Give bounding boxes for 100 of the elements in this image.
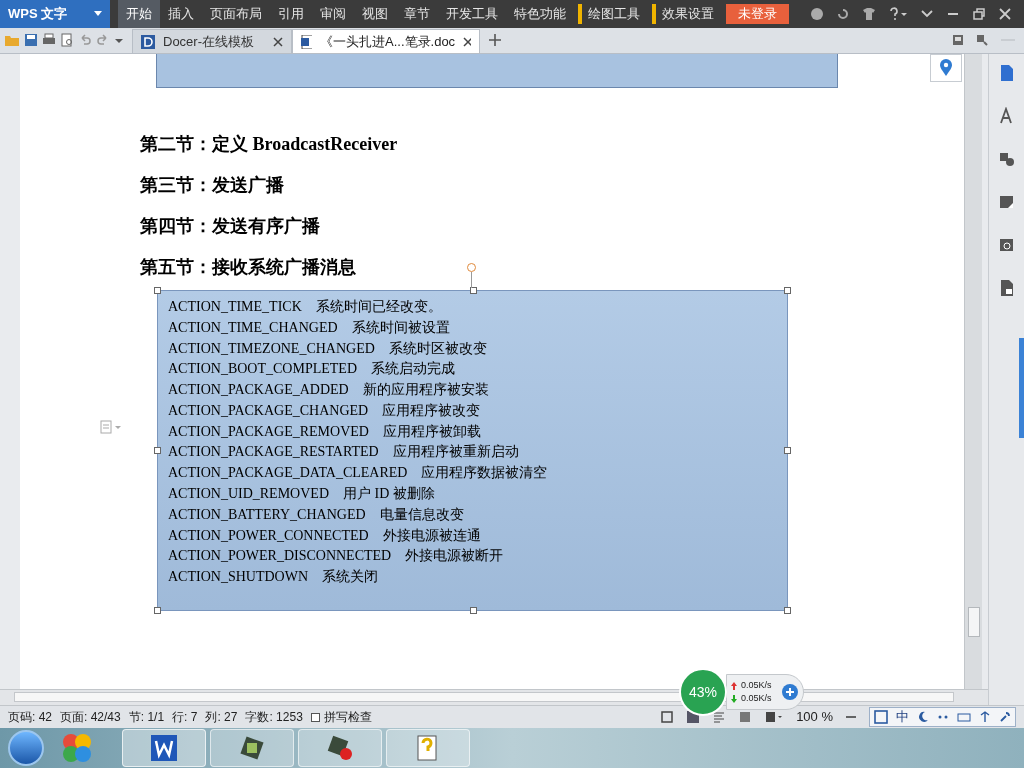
ribbon-tab[interactable]: 视图 — [354, 0, 396, 28]
resize-handle[interactable] — [784, 447, 791, 454]
upload-speed: 0.05K/s — [741, 679, 772, 692]
document-tab[interactable]: Docer-在线模板 — [132, 29, 292, 53]
save-icon[interactable] — [24, 33, 38, 47]
download-arrow-icon — [731, 694, 737, 703]
location-pin-icon — [939, 59, 953, 77]
status-item: 行: 7 — [172, 709, 198, 726]
restore-icon[interactable] — [972, 7, 986, 21]
keyboard-icon[interactable] — [957, 711, 971, 723]
checkbox[interactable] — [310, 712, 320, 722]
docer-icon — [141, 34, 155, 49]
skin-icon[interactable] — [810, 7, 824, 21]
description: 外接电源被连通 — [382, 526, 481, 545]
resize-handle[interactable] — [784, 607, 791, 614]
add-icon[interactable] — [781, 683, 799, 701]
resize-handle[interactable] — [154, 607, 161, 614]
picture-icon[interactable] — [998, 193, 1015, 211]
app-taskbar-button[interactable] — [298, 729, 382, 767]
refresh-icon[interactable] — [836, 7, 850, 21]
wrench-icon[interactable] — [999, 711, 1011, 723]
fullscreen-icon[interactable] — [660, 710, 675, 724]
ribbon-tab[interactable]: 特色功能 — [506, 0, 574, 28]
network-speed-widget[interactable]: 0.05K/s 0.05K/s — [726, 674, 804, 710]
shirt-icon[interactable] — [862, 7, 876, 21]
pin-icon[interactable] — [976, 34, 988, 46]
description: 应用程序数据被清空 — [421, 464, 548, 483]
reading-view-icon[interactable] — [764, 710, 785, 724]
description: 应用程序被重新启动 — [392, 443, 519, 462]
ribbon-tab[interactable]: 审阅 — [312, 0, 354, 28]
close-icon[interactable] — [273, 36, 283, 47]
resize-handle[interactable] — [154, 447, 161, 454]
chip-stop-icon — [326, 734, 354, 762]
ribbon-tab[interactable]: 章节 — [396, 0, 438, 28]
status-item: 节: 1/1 — [128, 709, 165, 726]
constant-name: ACTION_PACKAGE_CHANGED — [168, 401, 369, 420]
ribbon-tab[interactable]: 插入 — [160, 0, 202, 28]
print-icon[interactable] — [42, 33, 56, 47]
resize-handle[interactable] — [470, 287, 477, 294]
constant-name: ACTION_PACKAGE_DATA_CLEARED — [168, 464, 408, 483]
outline-view-icon[interactable] — [712, 710, 727, 724]
ime-logo-icon[interactable] — [874, 710, 888, 724]
constant-name: ACTION_POWER_DISCONNECTED — [168, 547, 392, 566]
document-icon[interactable] — [998, 64, 1015, 82]
vertical-scrollbar[interactable] — [964, 54, 982, 689]
backup-icon[interactable] — [998, 236, 1015, 254]
description: 系统时间已经改变。 — [315, 297, 442, 316]
resize-handle[interactable] — [784, 287, 791, 294]
resize-handle[interactable] — [470, 607, 477, 614]
heading: 第三节：发送广播 — [140, 174, 284, 197]
wps-taskbar-button[interactable] — [122, 729, 206, 767]
web-view-icon[interactable] — [738, 710, 753, 724]
start-button[interactable] — [8, 730, 44, 766]
ribbon-tab[interactable]: 页面布局 — [202, 0, 270, 28]
caret-icon — [94, 11, 102, 17]
app-taskbar-button[interactable] — [210, 729, 294, 767]
ribbon-tab[interactable]: 开发工具 — [438, 0, 506, 28]
description: 系统启动完成 — [371, 360, 455, 379]
rotate-handle[interactable] — [467, 263, 476, 272]
ime-mode-toggle[interactable]: 中 — [896, 707, 909, 727]
status-item: 页码: 42 — [8, 709, 52, 726]
preview-icon[interactable] — [60, 33, 74, 47]
ribbon-tab[interactable]: 引用 — [270, 0, 312, 28]
colorful-app-icon[interactable] — [60, 731, 94, 765]
add-tab-icon[interactable] — [488, 33, 502, 47]
location-button[interactable] — [930, 54, 962, 82]
text-box[interactable] — [157, 290, 788, 611]
constant-name: ACTION_TIMEZONE_CHANGED — [168, 339, 375, 358]
style-icon[interactable] — [998, 107, 1015, 125]
constant-name: ACTION_BATTERY_CHANGED — [168, 505, 366, 524]
zoom-level[interactable]: 100 % — [796, 707, 833, 727]
description: 电量信息改变 — [379, 505, 464, 524]
context-tab[interactable]: 效果设置 — [652, 4, 714, 24]
description: 外接电源被断开 — [405, 547, 504, 566]
panel-handle[interactable] — [1019, 338, 1024, 438]
shapes-icon[interactable] — [998, 150, 1015, 168]
word-document-icon — [301, 34, 313, 49]
document-tab[interactable]: 《一头扎进A...笔录.doc — [292, 29, 480, 53]
description: 系统时区被改变 — [388, 339, 487, 358]
help-icon[interactable] — [888, 7, 908, 21]
resize-handle[interactable] — [154, 287, 161, 294]
lock-document-icon[interactable] — [998, 279, 1015, 297]
constant-name: ACTION_PACKAGE_ADDED — [168, 381, 349, 400]
spell-check-toggle[interactable]: 拼写检查 — [310, 708, 372, 726]
close-icon[interactable] — [463, 36, 471, 47]
moon-icon[interactable] — [917, 711, 929, 723]
heading: 第二节：定义 BroadcastReceiver — [140, 133, 398, 156]
ribbon-tab[interactable]: 开始 — [118, 0, 160, 28]
split-icon[interactable] — [979, 711, 991, 723]
app-menu-button[interactable]: WPS 文字 — [0, 0, 110, 28]
description: 新的应用程序被安装 — [362, 381, 489, 400]
wps-writer-icon — [150, 734, 178, 762]
constant-name: ACTION_UID_REMOVED — [168, 485, 329, 504]
context-tab[interactable]: 绘图工具 — [578, 4, 640, 24]
constant-name: ACTION_SHUTDOWN — [168, 568, 308, 587]
status-item: 字数: 1253 — [245, 709, 303, 726]
description: 应用程序被改变 — [382, 401, 481, 420]
constant-name: ACTION_PACKAGE_RESTARTED — [168, 443, 379, 462]
window-icon[interactable] — [952, 34, 964, 46]
constant-name: ACTION_PACKAGE_REMOVED — [168, 422, 369, 441]
